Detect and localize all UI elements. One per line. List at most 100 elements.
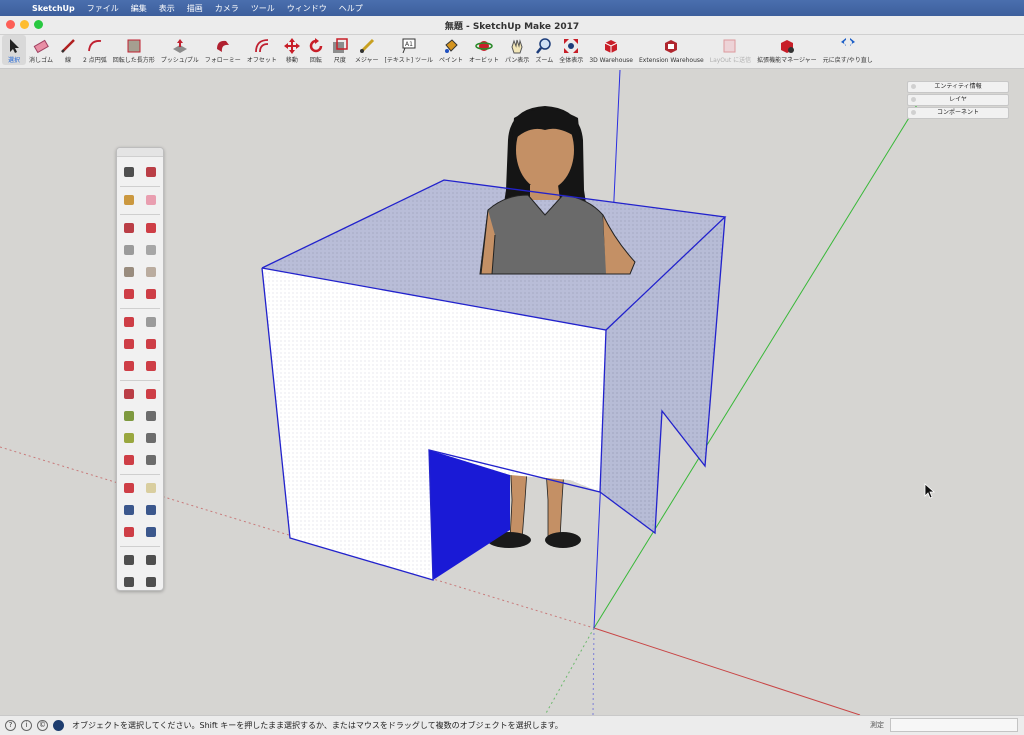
toolbar-move-button[interactable]: 移動 (280, 35, 304, 65)
palette-tape-button[interactable] (119, 406, 139, 426)
palette-rectangle-button[interactable] (119, 240, 139, 260)
toolbar-extension-warehouse-button[interactable]: Extension Warehouse (636, 35, 707, 65)
rectangle-icon (124, 245, 134, 255)
palette-3d-text-button[interactable] (141, 450, 161, 470)
palette-circle-button[interactable] (119, 262, 139, 282)
palette-protractor-button[interactable] (119, 428, 139, 448)
palette-paint-button[interactable] (119, 190, 139, 210)
toolbar-rotate-label: 回転 (309, 57, 322, 64)
toolbar-select-button[interactable]: 選択 (2, 35, 26, 65)
palette-zoom-extents-button[interactable] (119, 522, 139, 542)
toolbar-arc-button[interactable]: 2 点円弧 (80, 35, 110, 65)
tray-components[interactable]: コンポーネント (907, 107, 1009, 119)
window-titlebar: 無題 - SketchUp Make 2017 (0, 16, 1024, 35)
palette-dimension-button[interactable] (141, 406, 161, 426)
tray-layers[interactable]: レイヤ (907, 94, 1009, 106)
palette-pan-button[interactable] (141, 478, 161, 498)
toolbar-3d-warehouse-button[interactable]: 3D Warehouse (586, 35, 636, 65)
palette-two-point-arc-button[interactable] (141, 284, 161, 304)
palette-select-button[interactable] (119, 162, 139, 182)
palette-followme-button[interactable] (141, 356, 161, 376)
toolbar-line-button[interactable]: 線 (56, 35, 80, 65)
toolbar-paint-button[interactable]: ペイント (436, 35, 466, 65)
extension-manager-icon (780, 40, 794, 53)
palette-offset-button[interactable] (141, 384, 161, 404)
orbit-icon (124, 483, 134, 493)
palette-arc-button[interactable] (119, 284, 139, 304)
menu-window[interactable]: ウィンドウ (281, 3, 333, 14)
palette-text-button[interactable] (141, 428, 161, 448)
info-icon[interactable]: i (21, 720, 32, 731)
previous-view-icon (146, 527, 156, 537)
palette-previous-view-button[interactable] (141, 522, 161, 542)
text-icon (146, 433, 156, 443)
palette-freehand-button[interactable] (141, 218, 161, 238)
toolbar-undo-redo-button[interactable]: 元に戻す/やり直し (820, 35, 876, 65)
palette-pie-button[interactable] (141, 312, 161, 332)
menu-app-name[interactable]: SketchUp (26, 4, 81, 13)
walk-icon (146, 555, 156, 565)
default-tray: エンティティ情報 レイヤ コンポーネント (907, 81, 1009, 120)
menu-file[interactable]: ファイル (81, 3, 125, 14)
palette-look-around-button[interactable] (119, 572, 139, 592)
toolbar-text-button[interactable]: A1 [テキスト] ツール (382, 35, 436, 65)
palette-rotated-rect-button[interactable] (141, 240, 161, 260)
select-arrow-icon (10, 39, 19, 53)
palette-orbit-button[interactable] (119, 478, 139, 498)
palette-line-button[interactable] (119, 218, 139, 238)
geo-location-icon[interactable]: ? (5, 720, 16, 731)
menu-tools[interactable]: ツール (245, 3, 281, 14)
menu-help[interactable]: ヘルプ (333, 3, 369, 14)
palette-position-camera-button[interactable] (119, 550, 139, 570)
toolbar-pushpull-button[interactable]: プッシュ/プル (158, 35, 202, 65)
palette-zoom-window-button[interactable] (141, 500, 161, 520)
menu-camera[interactable]: カメラ (209, 3, 245, 14)
palette-rotate-button[interactable] (119, 356, 139, 376)
menu-draw[interactable]: 描画 (181, 3, 209, 14)
palette-move-button[interactable] (119, 334, 139, 354)
toolbar-pan-button[interactable]: パン表示 (502, 35, 532, 65)
pencil-line-icon (61, 39, 75, 53)
palette-walk-button[interactable] (141, 550, 161, 570)
palette-polygon-button[interactable] (141, 262, 161, 282)
toolbar-zoom-button[interactable]: ズーム (532, 35, 556, 65)
toolbar-3d-warehouse-label: 3D Warehouse (589, 57, 634, 64)
palette-axes-button[interactable] (119, 450, 139, 470)
toolbar-eraser-button[interactable]: 消しゴム (26, 35, 56, 65)
toolbar-orbit-label: オービット (468, 57, 499, 64)
instructor-icon[interactable] (53, 720, 64, 731)
select-icon (124, 167, 134, 177)
toolbar-offset-button[interactable]: オフセット (244, 35, 280, 65)
menu-edit[interactable]: 編集 (125, 3, 153, 14)
axes-icon (124, 455, 134, 465)
toolbar-rotate-button[interactable]: 回転 (304, 35, 328, 65)
measurements-input[interactable] (890, 718, 1018, 732)
toolbar-tape-button[interactable]: メジャー (352, 35, 382, 65)
menu-view[interactable]: 表示 (153, 3, 181, 14)
drawing-viewport[interactable]: エンティティ情報 レイヤ コンポーネント (0, 70, 1024, 715)
toolbar-extension-manager-button[interactable]: 拡張機能マネージャー (754, 35, 820, 65)
toolbar-scale-button[interactable]: 尺度 (328, 35, 352, 65)
tool-palette[interactable] (116, 147, 164, 591)
toolbar-layout-send-button[interactable]: LayOut に送信 (707, 35, 754, 65)
pan-hand-icon (511, 39, 523, 54)
polygon-icon (146, 267, 156, 277)
toolbar-zoom-extents-button[interactable]: 全体表示 (556, 35, 586, 65)
palette-component-button[interactable] (141, 162, 161, 182)
toolbar-orbit-button[interactable]: オービット (466, 35, 502, 65)
palette-three-point-arc-button[interactable] (119, 312, 139, 332)
palette-scale-button[interactable] (119, 384, 139, 404)
section-plane-icon (146, 577, 156, 587)
palette-eraser-button[interactable] (141, 190, 161, 210)
palette-pushpull-button[interactable] (141, 334, 161, 354)
toolbar-rotated-rect-button[interactable]: 回転した長方形 (110, 35, 158, 65)
palette-grip[interactable] (117, 148, 163, 157)
toolbar-followme-button[interactable]: フォローミー (202, 35, 244, 65)
palette-zoom-button[interactable] (119, 500, 139, 520)
credits-icon[interactable]: © (37, 720, 48, 731)
tray-entity-info[interactable]: エンティティ情報 (907, 81, 1009, 93)
palette-separator (120, 308, 160, 309)
palette-section-plane-button[interactable] (141, 572, 161, 592)
toolbar-pan-label: パン表示 (504, 57, 530, 64)
green-axis-dotted (544, 627, 595, 715)
